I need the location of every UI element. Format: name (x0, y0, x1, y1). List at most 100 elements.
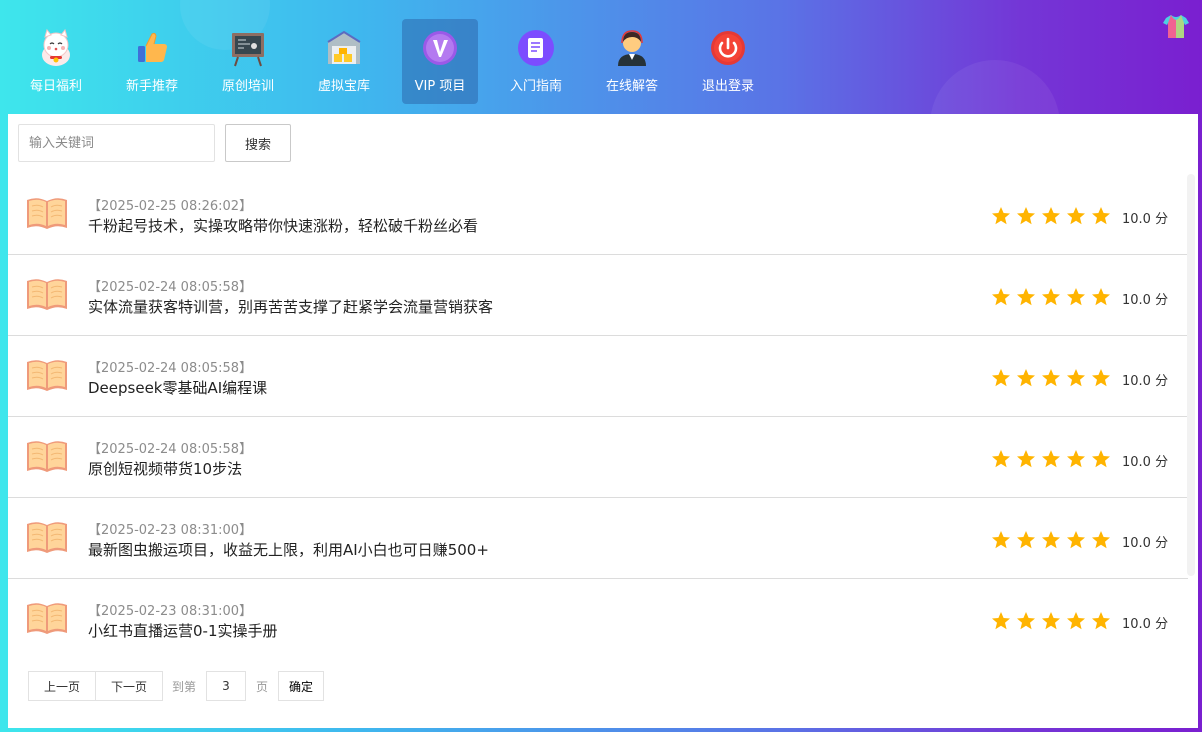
blackboard-icon (228, 28, 268, 68)
nav-label: 虚拟宝库 (317, 79, 370, 94)
star-icon (1092, 207, 1110, 225)
nav-label: 在线解答 (605, 79, 658, 94)
item-title[interactable]: 千粉起号技术，实操攻略带你快速涨粉，轻松破千粉丝必看 (88, 215, 478, 236)
star-rating (991, 287, 1111, 307)
star-icon (1017, 531, 1035, 549)
item-score: 10.0 分 (1122, 455, 1169, 470)
star-icon (1042, 450, 1060, 468)
star-icon (992, 369, 1010, 387)
document-icon (516, 28, 556, 68)
item-score: 10.0 分 (1122, 212, 1169, 227)
star-icon (1042, 612, 1060, 630)
top-nav: 每日福利 新手推荐 原创培训 虚拟宝库 VIP 项目 入门指南 在线解答 退出登… (0, 0, 1202, 114)
open-book-icon (26, 358, 68, 392)
star-rating (991, 206, 1111, 226)
bottom-gradient (0, 728, 1202, 732)
star-icon (1067, 531, 1085, 549)
warehouse-icon (324, 28, 364, 68)
item-score: 10.0 分 (1122, 536, 1169, 551)
confirm-page-button[interactable]: 确定 (278, 671, 324, 701)
nav-label: 退出登录 (701, 79, 754, 94)
article-list: 【2025-02-25 08:26:02】 千粉起号技术，实操攻略带你快速涨粉，轻… (8, 174, 1188, 660)
open-book-icon (26, 277, 68, 311)
list-item[interactable]: 【2025-02-23 08:31:00】 最新图虫搬运项目，收益无上限，利用AI… (8, 498, 1188, 579)
open-book-icon (26, 601, 68, 635)
open-book-icon (26, 439, 68, 473)
shirt-icon[interactable] (1162, 12, 1190, 40)
star-icon (1067, 612, 1085, 630)
star-rating (991, 611, 1111, 631)
item-title[interactable]: Deepseek零基础AI编程课 (88, 377, 267, 398)
item-date: 【2025-02-24 08:05:58】 (88, 442, 253, 457)
star-icon (1092, 531, 1110, 549)
next-page-button[interactable]: 下一页 (95, 671, 163, 701)
item-date: 【2025-02-24 08:05:58】 (88, 280, 253, 295)
nav-label: 原创培训 (221, 79, 274, 94)
vip-icon (420, 28, 460, 68)
item-score: 10.0 分 (1122, 374, 1169, 389)
prev-page-button[interactable]: 上一页 (28, 671, 96, 701)
list-item[interactable]: 【2025-02-24 08:05:58】 原创短视频带货10步法 10.0 分 (8, 417, 1188, 498)
star-icon (1092, 288, 1110, 306)
star-icon (992, 612, 1010, 630)
star-icon (1067, 207, 1085, 225)
nav-item-original-training[interactable]: 原创培训 (210, 19, 286, 104)
list-item[interactable]: 【2025-02-24 08:05:58】 Deepseek零基础AI编程课 10.… (8, 336, 1188, 417)
support-agent-icon (612, 28, 652, 68)
goto-label: 到第 (172, 680, 197, 694)
list-item[interactable]: 【2025-02-25 08:26:02】 千粉起号技术，实操攻略带你快速涨粉，轻… (8, 174, 1188, 255)
page-number-input[interactable] (206, 671, 246, 701)
star-icon (992, 207, 1010, 225)
open-book-icon (26, 196, 68, 230)
star-icon (1017, 612, 1035, 630)
search-button[interactable]: 搜索 (225, 124, 291, 162)
star-rating (991, 449, 1111, 469)
nav-label: 每日福利 (29, 79, 82, 94)
star-icon (1092, 369, 1110, 387)
star-icon (1017, 450, 1035, 468)
item-date: 【2025-02-25 08:26:02】 (88, 199, 253, 214)
search-input[interactable] (18, 124, 215, 162)
star-icon (1042, 369, 1060, 387)
nav-item-virtual-vault[interactable]: 虚拟宝库 (306, 19, 382, 104)
item-score: 10.0 分 (1122, 617, 1169, 632)
content-panel: 搜索 【2025-02-25 08:26:02】千粉起号技术，实操攻略带你快速涨… (8, 114, 1198, 728)
star-icon (1017, 288, 1035, 306)
star-icon (992, 450, 1010, 468)
list-item[interactable]: 【2025-02-23 08:31:00】 小红书直播运营0-1实操手册 10.0 … (8, 579, 1188, 660)
star-icon (992, 531, 1010, 549)
nav-label: VIP 项目 (414, 79, 466, 94)
nav-item-daily-welfare[interactable]: 每日福利 (18, 19, 94, 104)
nav-label: 新手推荐 (125, 79, 178, 94)
item-date: 【2025-02-23 08:31:00】 (88, 523, 253, 538)
star-icon (1042, 207, 1060, 225)
star-icon (1092, 450, 1110, 468)
star-icon (1067, 288, 1085, 306)
item-score: 10.0 分 (1122, 293, 1169, 308)
nav-item-logout[interactable]: 退出登录 (690, 19, 766, 104)
nav-label: 入门指南 (509, 79, 562, 94)
power-icon (708, 28, 748, 68)
star-icon (1042, 531, 1060, 549)
lucky-cat-icon (36, 28, 76, 68)
star-icon (1092, 612, 1110, 630)
star-icon (1067, 369, 1085, 387)
thumbs-up-icon (132, 28, 172, 68)
list-item[interactable]: 【2025-02-24 08:05:58】 实体流量获客特训营，别再苦苦支撑了赶紧… (8, 255, 1188, 336)
open-book-icon (26, 520, 68, 554)
item-date: 【2025-02-24 08:05:58】 (88, 361, 253, 376)
item-date: 【2025-02-23 08:31:00】 (88, 604, 253, 619)
nav-item-vip-projects[interactable]: VIP 项目 (402, 19, 478, 104)
star-rating (991, 368, 1111, 388)
item-title[interactable]: 原创短视频带货10步法 (88, 458, 242, 479)
star-icon (1067, 450, 1085, 468)
nav-item-beginner-recommend[interactable]: 新手推荐 (114, 19, 190, 104)
nav-item-online-support[interactable]: 在线解答 (594, 19, 670, 104)
item-title[interactable]: 小红书直播运营0-1实操手册 (88, 620, 278, 641)
page-unit-label: 页 (256, 680, 269, 694)
item-title[interactable]: 最新图虫搬运项目，收益无上限，利用AI小白也可日赚500+ (88, 539, 489, 560)
nav-item-getting-started[interactable]: 入门指南 (498, 19, 574, 104)
scrollbar[interactable] (1187, 174, 1195, 576)
item-title[interactable]: 实体流量获客特训营，别再苦苦支撑了赶紧学会流量营销获客 (88, 296, 493, 317)
star-icon (1017, 207, 1035, 225)
